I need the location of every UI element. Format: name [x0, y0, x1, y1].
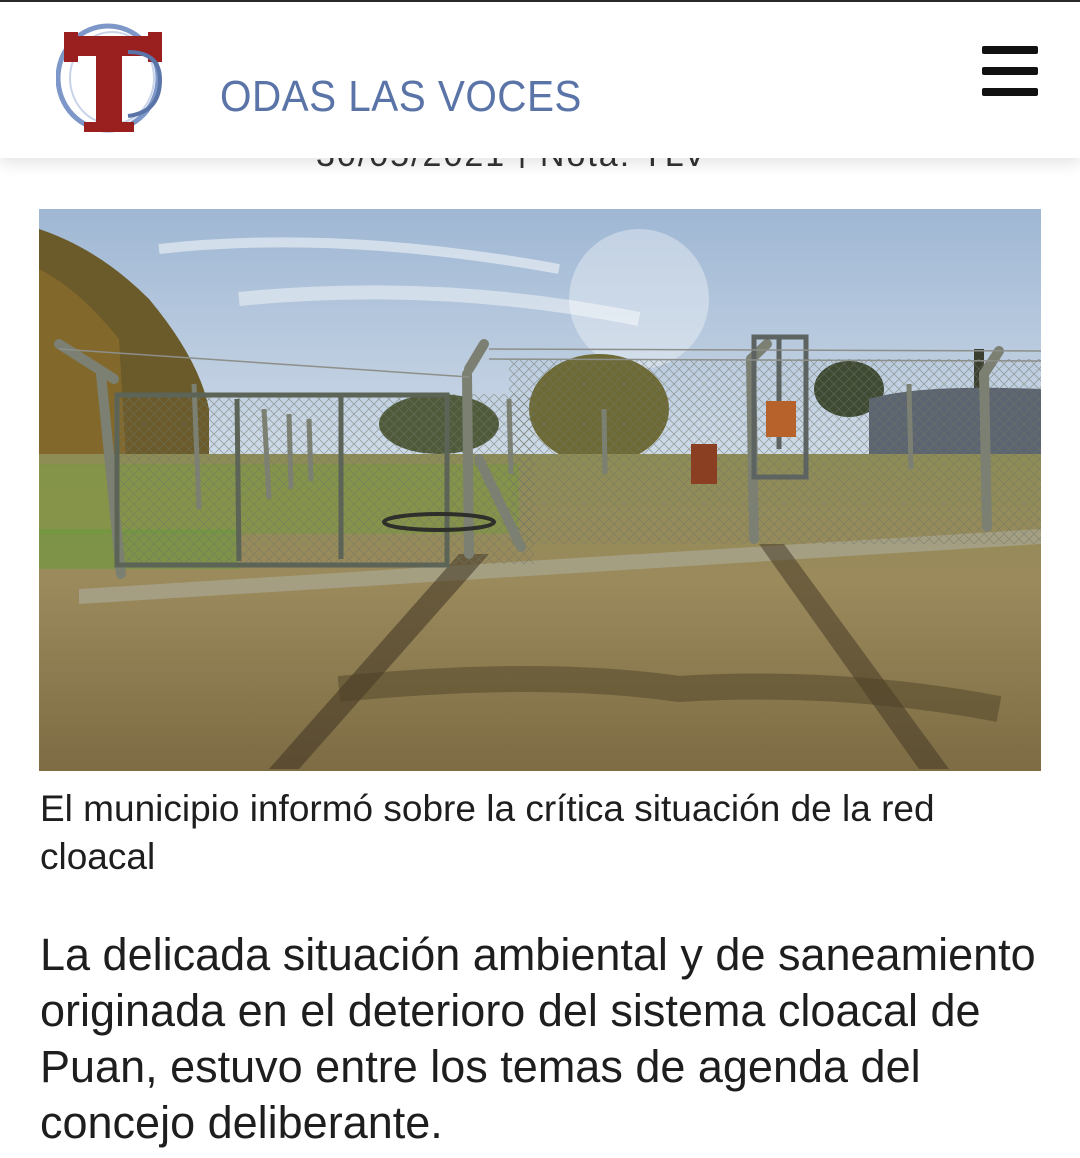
menu-bar-middle	[982, 67, 1038, 75]
logo-text: ODAS LAS VOCES	[220, 72, 582, 121]
image-caption: El municipio informó sobre la crítica si…	[40, 788, 935, 877]
site-header: ODAS LAS VOCES	[0, 2, 1080, 158]
menu-bar-top	[982, 46, 1038, 54]
site-logo[interactable]: ODAS LAS VOCES	[55, 22, 581, 142]
article-lead: La delicada situación ambiental y de san…	[40, 929, 1036, 1148]
menu-bar-bottom	[982, 88, 1038, 96]
hamburger-menu-icon[interactable]	[982, 46, 1040, 96]
article-meta: 30/05/2021 | Nota: TLV	[0, 158, 1080, 168]
article-photo	[39, 209, 1041, 771]
fenced-sewage-facility-image	[39, 209, 1041, 771]
article-meta-text: 30/05/2021 | Nota: TLV	[316, 158, 708, 168]
